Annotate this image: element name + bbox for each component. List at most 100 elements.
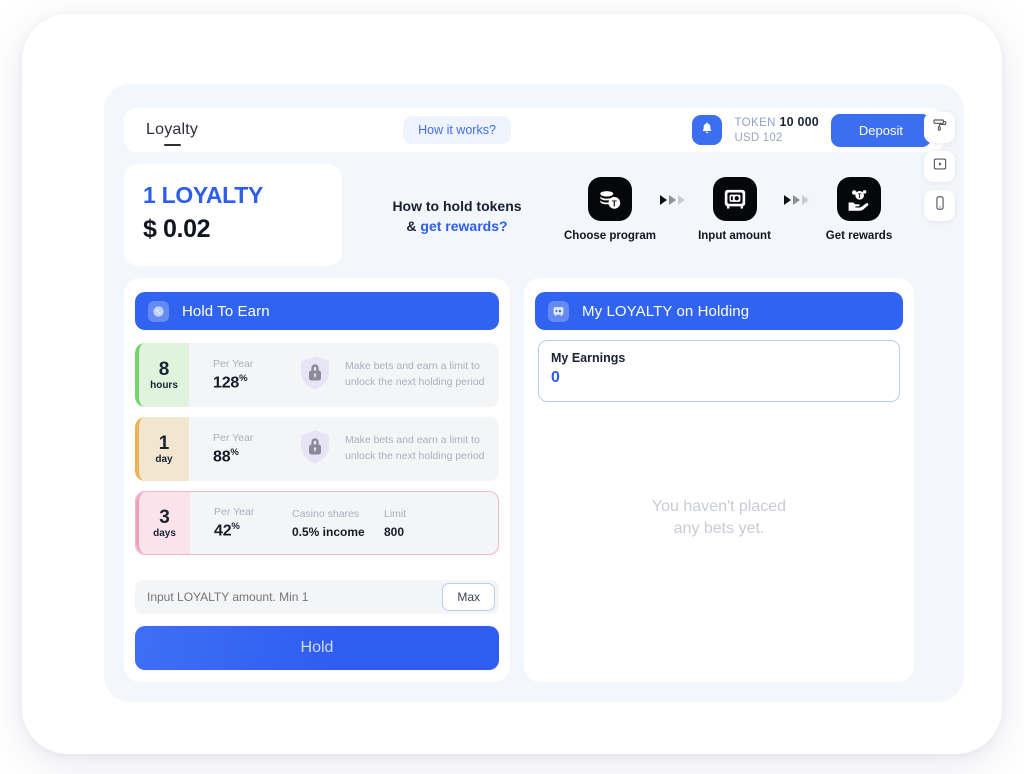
program-row-8-hours[interactable]: 8 hours Per Year 128% Make bets and earn… [135,343,499,407]
brand-title: Loyalty [146,121,199,147]
step-arrow-2-icon [784,195,810,205]
program-duration-number: 1 [158,432,170,454]
program-duration-badge: 3 days [136,492,190,554]
loyalty-price-card: 1 LOYALTY $ 0.02 [124,164,342,266]
top-header-bar: Loyalty How it works? TOKEN 10 000 USD 1… [124,108,944,152]
program-duration-number: 3 [159,506,170,528]
balance-group: TOKEN 10 000 USD 102 [734,114,818,145]
casino-shares-stat: Casino shares 0.5% income [292,507,384,539]
step-arrow-1-icon [659,195,685,205]
per-year-percent: % [230,447,239,459]
program-duration-unit: hours [150,379,178,391]
step-label: Choose program [563,230,656,242]
program-duration-unit: days [153,527,176,539]
per-year-stat: Per Year 88% [213,431,291,466]
amount-input-row: Max [135,580,499,614]
program-list: 8 hours Per Year 128% Make bets and earn… [135,343,499,565]
step-choose-program: T Choose program [562,177,658,242]
hold-button[interactable]: Hold [135,626,499,670]
amount-input[interactable] [135,590,443,604]
svg-text:T: T [858,194,862,200]
per-year-stat: Per Year 128% [213,357,291,392]
program-details: Per Year 128% Make bets and earn a limit… [189,343,499,407]
my-earnings-value: 0 [551,369,560,386]
safe-vault-icon [712,177,757,221]
program-duration-badge: 1 day [135,417,189,481]
notifications-button[interactable] [692,115,723,145]
token-balance: TOKEN 10 000 [734,114,818,131]
empty-bets-line2: any bets yet. [673,520,765,538]
app-frame: Loyalty How it works? TOKEN 10 000 USD 1… [22,14,1002,754]
per-year-number: 42 [214,522,232,540]
shield-lock-icon [299,355,331,396]
my-earnings-box: My Earnings 0 [538,340,900,402]
hold-to-earn-card: Hold To Earn 8 hours Per Year 128% Make … [124,278,510,682]
usd-balance: USD 102 [734,132,783,144]
bell-icon [700,121,714,140]
program-description: Make bets and earn a limit to unlock the… [345,434,485,462]
step-label: Get rewards [825,230,893,242]
step-input-amount: Input amount [687,177,783,242]
how-to-hold-line1: How to hold tokens [392,198,522,214]
deposit-button[interactable]: Deposit [830,113,931,147]
my-holding-card: My LOYALTY on Holding My Earnings 0 You … [524,278,914,682]
video-player-icon [932,156,948,177]
loyalty-price-value: $ 0.02 [143,215,211,243]
per-year-number: 88 [213,448,231,466]
mobile-preview-button[interactable] [924,190,955,221]
video-preview-button[interactable] [924,151,955,182]
program-duration-unit: day [155,453,173,465]
my-earnings-label: My Earnings [551,351,626,365]
hold-to-earn-title: Hold To Earn [182,302,270,320]
per-year-percent: % [231,521,240,533]
token-balance-label: TOKEN [734,117,776,130]
per-year-value: 128% [213,373,291,392]
my-holding-header: My LOYALTY on Holding [535,292,903,330]
how-it-works-button[interactable]: How it works? [403,116,511,144]
max-button[interactable]: Max [442,583,495,611]
per-year-label: Per Year [213,358,254,371]
floating-side-toolbar [924,112,955,221]
loyalty-unit-title: 1 LOYALTY [143,182,263,208]
per-year-stat: Per Year 42% [214,505,292,540]
program-details: Per Year 42% Casino shares 0.5% income L… [190,492,498,554]
per-year-label: Per Year [213,432,254,445]
steps-row: T Choose program Input amount T Get rewa… [562,177,907,242]
coin-icon [148,300,169,322]
per-year-percent: % [239,373,248,385]
program-duration-badge: 8 hours [135,343,189,407]
limit-value: 800 [384,524,405,539]
casino-shares-value: 0.5% income [292,524,365,539]
theme-customizer-button[interactable] [924,112,955,143]
how-to-hold-amp: & [406,218,421,235]
per-year-value: 88% [213,447,291,466]
program-description: Make bets and earn a limit to unlock the… [345,360,485,388]
limit-stat: Limit 800 [384,507,444,539]
limit-label: Limit [384,508,407,521]
per-year-label: Per Year [214,506,255,519]
svg-text:T: T [612,199,617,208]
empty-bets-message: You haven't placed any bets yet. [524,496,914,541]
shield-lock-icon [299,429,331,470]
empty-bets-line1: You haven't placed [651,498,787,515]
program-details: Per Year 88% Make bets and earn a limit … [189,417,499,481]
mobile-phone-icon [932,195,948,216]
per-year-value: 42% [214,521,292,540]
paint-roller-icon [932,117,948,138]
safe-vault-icon [548,300,569,322]
program-duration-number: 8 [158,358,170,380]
program-row-1-day[interactable]: 1 day Per Year 88% Make bets and earn a … [135,417,499,481]
header-right-group: TOKEN 10 000 USD 102 Deposit [692,113,931,147]
token-balance-amount: 10 000 [779,115,819,130]
coins-token-icon: T [588,177,632,221]
per-year-number: 128 [213,374,240,392]
step-get-rewards: T Get rewards [811,177,907,242]
hand-coins-icon: T [837,177,881,221]
step-label: Input amount [698,230,771,242]
how-to-hold-text: How to hold tokens & get rewards? [362,196,552,237]
my-holding-title: My LOYALTY on Holding [582,302,750,320]
program-row-3-days[interactable]: 3 days Per Year 42% Casino shares 0.5% i… [135,491,499,555]
get-rewards-link[interactable]: get rewards? [420,218,507,234]
casino-shares-label: Casino shares [292,508,360,521]
hold-to-earn-header: Hold To Earn [135,292,499,330]
